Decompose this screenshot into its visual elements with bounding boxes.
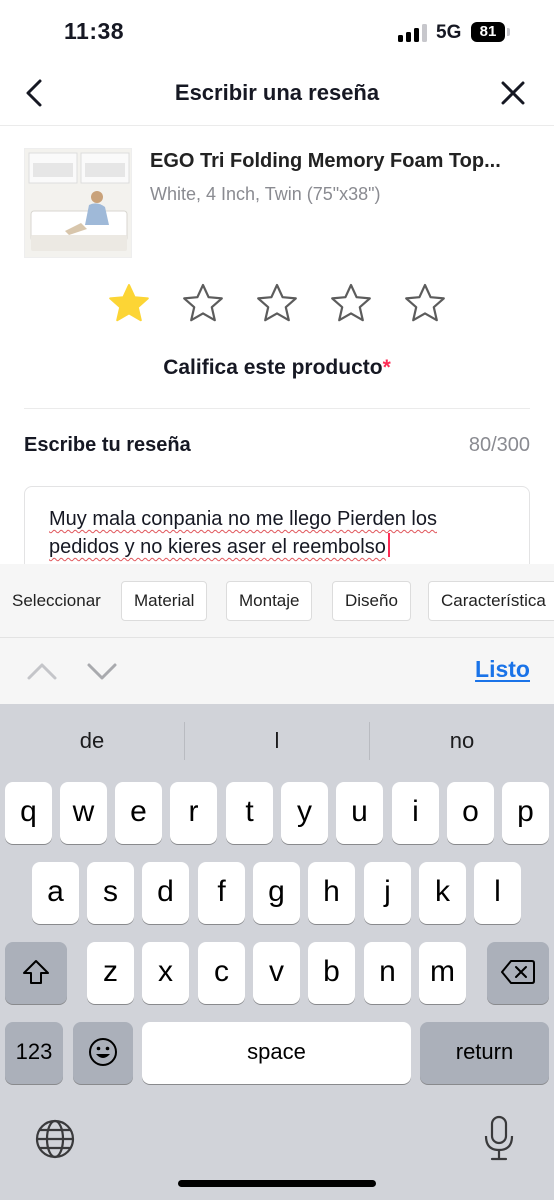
page-title: Escribir una reseña xyxy=(174,80,380,105)
status-time: 11:38 xyxy=(64,18,125,44)
key-k[interactable]: k xyxy=(419,862,466,924)
status-bar: 11:38 5G 81 xyxy=(0,0,554,64)
review-char-count: 80/300 xyxy=(468,434,530,456)
battery-tip xyxy=(507,28,510,36)
chevron-up-icon[interactable] xyxy=(26,656,58,686)
key-w[interactable]: w xyxy=(60,782,107,844)
key-v[interactable]: v xyxy=(253,942,300,1004)
key-n[interactable]: n xyxy=(364,942,411,1004)
star-2-icon[interactable] xyxy=(179,280,227,328)
text-caret xyxy=(387,533,390,557)
divider xyxy=(24,408,530,409)
chip-caracteristica[interactable]: Característica xyxy=(428,581,554,621)
product-image xyxy=(24,148,132,258)
review-label: Escribe tu reseña xyxy=(24,434,191,456)
key-y[interactable]: y xyxy=(281,782,328,844)
rating-label: Califica este producto* xyxy=(0,356,554,380)
key-t[interactable]: t xyxy=(226,782,273,844)
return-key[interactable]: return xyxy=(420,1022,549,1084)
key-z[interactable]: z xyxy=(87,942,134,1004)
key-a[interactable]: a xyxy=(32,862,79,924)
key-m[interactable]: m xyxy=(419,942,466,1004)
shift-key[interactable] xyxy=(5,942,67,1004)
key-g[interactable]: g xyxy=(253,862,300,924)
key-j[interactable]: j xyxy=(364,862,411,924)
emoji-key[interactable] xyxy=(73,1022,133,1084)
globe-icon[interactable] xyxy=(34,1118,76,1160)
aspect-chips-bar: Seleccionar Material Montaje Diseño Cara… xyxy=(0,564,554,638)
star-rating xyxy=(105,280,455,330)
close-icon[interactable] xyxy=(496,76,530,110)
key-r[interactable]: r xyxy=(170,782,217,844)
key-b[interactable]: b xyxy=(308,942,355,1004)
chip-material[interactable]: Material xyxy=(121,581,208,621)
keyboard: de l no q w e r t y u i o p a s d f g h … xyxy=(0,704,554,1200)
star-3-icon[interactable] xyxy=(253,280,301,328)
space-key[interactable]: space xyxy=(142,1022,411,1084)
key-h[interactable]: h xyxy=(308,862,355,924)
header: Escribir una reseña xyxy=(0,64,554,126)
microphone-icon[interactable] xyxy=(482,1114,516,1162)
rating-label-text: Califica este producto xyxy=(163,356,383,379)
review-text: Muy mala conpania no me llego Pierden lo… xyxy=(49,508,437,558)
suggestion-bar: de l no xyxy=(0,704,554,778)
key-u[interactable]: u xyxy=(336,782,383,844)
required-mark: * xyxy=(382,356,391,379)
keyboard-accessory-bar: Listo xyxy=(0,638,554,704)
key-p[interactable]: p xyxy=(502,782,549,844)
key-d[interactable]: d xyxy=(142,862,189,924)
key-x[interactable]: x xyxy=(142,942,189,1004)
star-5-icon[interactable] xyxy=(401,280,449,328)
suggestion-2[interactable]: l xyxy=(185,728,369,754)
suggestion-1[interactable]: de xyxy=(0,728,184,754)
home-indicator xyxy=(178,1180,376,1187)
product-variant: White, 4 Inch, Twin (75"x38") xyxy=(150,184,381,204)
star-1-icon[interactable] xyxy=(105,280,153,328)
key-l[interactable]: l xyxy=(474,862,521,924)
key-f[interactable]: f xyxy=(198,862,245,924)
key-s[interactable]: s xyxy=(87,862,134,924)
chip-diseno[interactable]: Diseño xyxy=(332,581,411,621)
signal-icon xyxy=(398,24,428,42)
product-name: EGO Tri Folding Memory Foam Top... xyxy=(150,150,501,172)
done-button[interactable]: Listo xyxy=(475,656,530,683)
chips-label: Seleccionar xyxy=(12,591,101,610)
network-type: 5G xyxy=(436,22,462,43)
key-o[interactable]: o xyxy=(447,782,494,844)
chevron-down-icon[interactable] xyxy=(86,656,118,686)
star-4-icon[interactable] xyxy=(327,280,375,328)
backspace-key[interactable] xyxy=(487,942,549,1004)
suggestion-3[interactable]: no xyxy=(370,728,554,754)
numbers-key[interactable]: 123 xyxy=(5,1022,63,1084)
key-i[interactable]: i xyxy=(392,782,439,844)
battery-icon: 81 xyxy=(471,22,505,42)
key-q[interactable]: q xyxy=(5,782,52,844)
chip-montaje[interactable]: Montaje xyxy=(226,581,313,621)
key-c[interactable]: c xyxy=(198,942,245,1004)
key-e[interactable]: e xyxy=(115,782,162,844)
